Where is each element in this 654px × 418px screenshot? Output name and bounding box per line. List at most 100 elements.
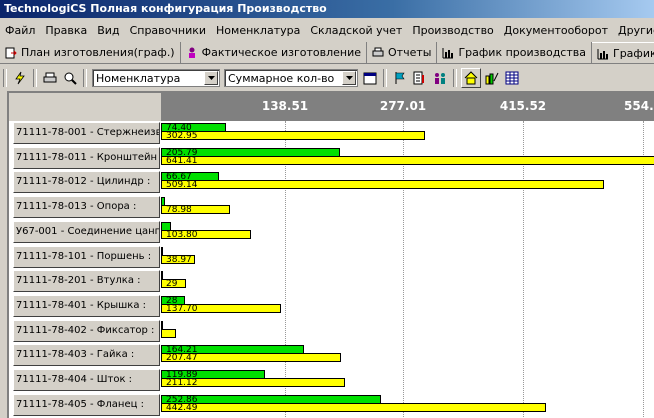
bar-value-label: 207.47 bbox=[166, 353, 198, 364]
plan-bar[interactable]: 205.79 bbox=[161, 147, 341, 158]
tab-actual[interactable]: Фактическое изготовление bbox=[181, 42, 368, 63]
row-label[interactable]: 71111-78-011 - Кронштейн : bbox=[13, 146, 160, 169]
window-title: TechnologiCS Полная конфигурация Произво… bbox=[0, 0, 654, 18]
tab-production-chart[interactable]: График производства bbox=[437, 42, 592, 63]
plan-bar[interactable] bbox=[161, 197, 166, 207]
measure-select[interactable]: Суммарное кол-во bbox=[224, 69, 358, 87]
fact-bar[interactable]: 509.14 bbox=[161, 180, 604, 191]
preview-button[interactable] bbox=[61, 69, 79, 87]
toolbar: Номенклатура Суммарное кол-во bbox=[0, 66, 654, 90]
chart-icon bbox=[442, 47, 454, 58]
scale-tick: 415.52 bbox=[499, 99, 547, 113]
bar-value-label: 103.80 bbox=[166, 229, 198, 240]
plan-bar[interactable] bbox=[161, 320, 163, 330]
plan-bar[interactable]: 252.86 bbox=[161, 394, 381, 405]
row-label[interactable]: 71111-78-405 - Фланец : bbox=[13, 393, 160, 416]
tab-plan[interactable]: План изготовления(граф.) bbox=[0, 42, 181, 63]
scale-tick: 277.01 bbox=[379, 99, 427, 113]
gridline bbox=[523, 121, 524, 418]
report-icon bbox=[372, 47, 384, 56]
plan-bar[interactable] bbox=[161, 271, 163, 281]
menu-production[interactable]: Производство bbox=[407, 24, 498, 37]
calendar-icon bbox=[363, 72, 377, 85]
gridline bbox=[643, 121, 644, 418]
list-icon bbox=[413, 71, 424, 85]
chevron-down-icon bbox=[342, 71, 356, 85]
bar-value-label: 509.14 bbox=[166, 180, 198, 191]
bar-value-label: 164.21 bbox=[166, 345, 198, 356]
menu-warehouse[interactable]: Складской учет bbox=[305, 24, 407, 37]
row-label[interactable]: 71111-78-101 - Поршень : bbox=[13, 245, 160, 268]
refresh-button[interactable] bbox=[11, 69, 29, 87]
tab-label: График прои bbox=[612, 47, 654, 60]
fact-bar[interactable]: 442.49 bbox=[161, 402, 546, 412]
fact-bar[interactable]: 78.98 bbox=[161, 205, 230, 216]
separator bbox=[453, 69, 457, 87]
edit-chart-button[interactable] bbox=[483, 69, 501, 87]
flag-button[interactable] bbox=[391, 69, 409, 87]
chevron-down-icon bbox=[204, 71, 218, 85]
menu-nomenclature[interactable]: Номенклатура bbox=[211, 24, 305, 37]
row-label[interactable]: 71111-78-402 - Фиксатор : bbox=[13, 319, 160, 342]
row-label[interactable]: У67-001 - Соединение цанго bbox=[13, 220, 160, 243]
separator bbox=[83, 69, 87, 87]
plan-bar[interactable]: 28 bbox=[161, 295, 186, 305]
row-label[interactable]: 71111-78-401 - Крышка : bbox=[13, 294, 160, 317]
calendar-button[interactable] bbox=[361, 69, 379, 87]
menu-edit[interactable]: Правка bbox=[40, 24, 92, 37]
row-label[interactable]: 71111-78-013 - Опора : bbox=[13, 196, 160, 219]
menu-view[interactable]: Вид bbox=[92, 24, 124, 37]
fact-bar[interactable]: 103.80 bbox=[161, 229, 252, 240]
production-chart: 138.51 277.01 415.52 554.0 71111-78-001 … bbox=[7, 91, 654, 418]
bar-value-label: 78.98 bbox=[166, 205, 192, 216]
grouping-select[interactable]: Номенклатура bbox=[92, 69, 220, 87]
tab-production-chart-2[interactable]: График прои bbox=[591, 42, 654, 63]
row-label[interactable]: 71111-78-201 - Втулка : bbox=[13, 270, 160, 293]
lightning-icon bbox=[15, 71, 25, 85]
menu-directories[interactable]: Справочники bbox=[125, 24, 211, 37]
plan-bar[interactable]: 66.67 bbox=[161, 172, 219, 182]
menu-other-shortcuts[interactable]: Другие ярлыки bbox=[613, 24, 654, 37]
tab-reports[interactable]: Отчеты bbox=[367, 42, 438, 63]
plan-bar[interactable] bbox=[161, 246, 163, 256]
row-label[interactable]: 71111-78-404 - Шток : bbox=[13, 369, 160, 391]
fact-bar[interactable]: 641.41 bbox=[161, 155, 654, 166]
edit-chart-icon bbox=[485, 72, 499, 85]
menu-bar: Файл Правка Вид Справочники Номенклатура… bbox=[0, 19, 654, 41]
plan-bar[interactable]: 74.40 bbox=[161, 123, 226, 133]
fact-bar[interactable]: 302.95 bbox=[161, 131, 425, 141]
group-button[interactable] bbox=[431, 69, 449, 87]
home-icon bbox=[464, 71, 478, 85]
home-button[interactable] bbox=[461, 68, 481, 88]
plot-area: 74.40 302.95 205.79 641.41 66.67 509.14 78.98 1… bbox=[161, 121, 654, 418]
plan-bar[interactable]: 119.89 bbox=[161, 370, 266, 380]
plan-bar[interactable] bbox=[161, 221, 172, 231]
tab-label: План изготовления(граф.) bbox=[21, 46, 175, 59]
people-icon bbox=[435, 73, 445, 84]
magnifier-icon bbox=[64, 72, 77, 85]
fact-bar[interactable]: 137.70 bbox=[161, 303, 281, 314]
bar-value-label: 641.41 bbox=[166, 155, 198, 166]
menu-file[interactable]: Файл bbox=[0, 24, 40, 37]
plan-icon bbox=[5, 47, 17, 58]
table-icon bbox=[505, 71, 519, 85]
row-label[interactable]: 71111-78-012 - Цилиндр : bbox=[13, 171, 160, 194]
worker-icon bbox=[188, 47, 195, 58]
plan-bar[interactable]: 164.21 bbox=[161, 345, 304, 356]
bar-value-label: 252.86 bbox=[166, 394, 198, 405]
fact-bar[interactable]: 29 bbox=[161, 279, 187, 289]
row-label[interactable]: 71111-78-403 - Гайка : bbox=[13, 344, 160, 367]
fact-bar[interactable] bbox=[161, 328, 176, 338]
chart-corner bbox=[9, 93, 161, 121]
list-button[interactable] bbox=[411, 69, 429, 87]
printer-icon bbox=[43, 72, 57, 83]
bar-value-label: 205.79 bbox=[166, 147, 198, 158]
value-scale: 138.51 277.01 415.52 554.0 bbox=[161, 93, 654, 121]
separator bbox=[3, 69, 7, 87]
table-button[interactable] bbox=[503, 69, 521, 87]
row-label[interactable]: 71111-78-001 - Стержнеизвл bbox=[13, 122, 160, 144]
bar-value-label: 137.70 bbox=[166, 303, 198, 314]
menu-documents[interactable]: Документооборот bbox=[499, 24, 613, 37]
fact-bar[interactable]: 38.97 bbox=[161, 254, 195, 264]
print-button[interactable] bbox=[41, 69, 59, 87]
